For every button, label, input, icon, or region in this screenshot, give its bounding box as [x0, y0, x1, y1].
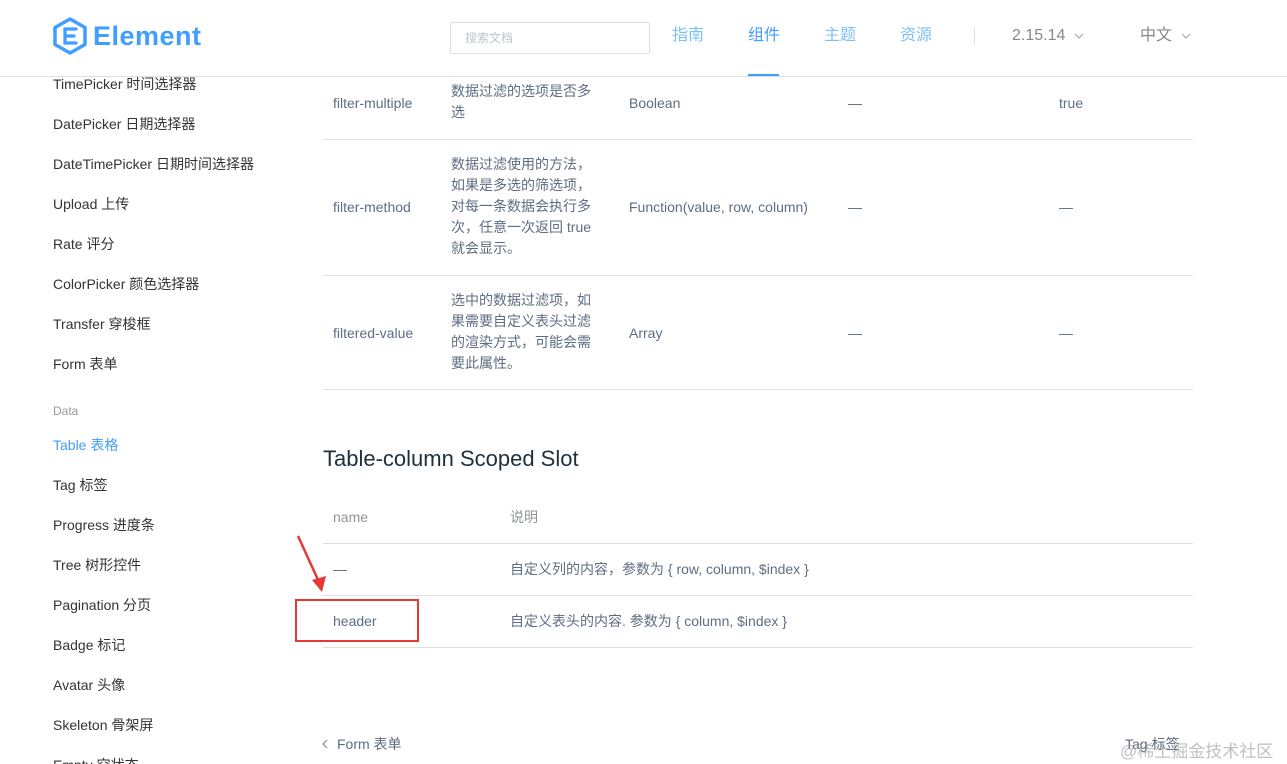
logo[interactable]: Element [53, 17, 202, 55]
sidebar-item-upload[interactable]: Upload 上传 [53, 194, 129, 214]
slot-description: 自定义表头的内容. 参数为 { column, $index } [510, 613, 787, 629]
row-divider [323, 595, 1193, 596]
param-name: filtered-value [333, 325, 414, 341]
sidebar-item-colorpicker[interactable]: ColorPicker 颜色选择器 [53, 274, 199, 294]
param-options: — [848, 199, 862, 215]
sidebar-item-timepicker[interactable]: TimePicker 时间选择器 [53, 74, 196, 94]
nav-active-indicator [748, 74, 779, 76]
param-type: Function(value, row, column) [629, 199, 808, 215]
row-divider [323, 543, 1193, 544]
nav-guide[interactable]: 指南 [672, 26, 704, 46]
param-type: Boolean [629, 95, 681, 111]
sidebar-item-datetimepicker[interactable]: DateTimePicker 日期时间选择器 [53, 154, 254, 174]
watermark: @稀土掘金技术社区 [1120, 742, 1274, 761]
desc-line: 对每一条数据会执行多 [451, 198, 591, 214]
param-name: filter-method [333, 199, 411, 215]
desc-line: 数据过滤的选项是否多 [451, 83, 591, 99]
param-default: — [1059, 325, 1073, 341]
nav-theme[interactable]: 主题 [824, 26, 856, 46]
sidebar-item-form[interactable]: Form 表单 [53, 354, 118, 374]
param-description: 选中的数据过滤项，如 果需要自定义表头过滤 的渲染方式，可能会需 要此属性。 [451, 290, 591, 374]
slot-name: — [333, 561, 347, 577]
column-header-desc: 说明 [510, 509, 538, 525]
search-input[interactable] [450, 22, 650, 54]
element-logo-icon [53, 17, 87, 55]
sidebar-item-rate[interactable]: Rate 评分 [53, 234, 114, 254]
sidebar-item-transfer[interactable]: Transfer 穿梭框 [53, 314, 151, 334]
annotation-arrow-icon [296, 535, 326, 592]
desc-line: 要此属性。 [451, 355, 521, 371]
language-label: 中文 [1140, 27, 1173, 44]
desc-line: 就会显示。 [451, 240, 521, 256]
sidebar-item-pagination[interactable]: Pagination 分页 [53, 595, 151, 615]
prev-page-label: Form 表单 [337, 736, 402, 752]
param-options: — [848, 325, 862, 341]
language-dropdown[interactable]: 中文 [1140, 26, 1191, 46]
desc-line: 如果是多选的筛选项， [451, 177, 591, 193]
version-label: 2.15.14 [1012, 27, 1066, 44]
nav-component[interactable]: 组件 [748, 26, 780, 46]
sidebar-item-skeleton[interactable]: Skeleton 骨架屏 [53, 715, 153, 735]
param-description: 数据过滤的选项是否多 选 [451, 81, 591, 123]
sidebar-item-empty[interactable]: Empty 空状态 [53, 755, 139, 764]
prev-page-link[interactable]: Form 表单 [321, 734, 402, 754]
sidebar-item-tag[interactable]: Tag 标签 [53, 475, 107, 495]
row-divider [323, 647, 1193, 648]
desc-line: 选 [451, 104, 465, 120]
sidebar-item-tree[interactable]: Tree 树形控件 [53, 555, 141, 575]
param-default: — [1059, 199, 1073, 215]
chevron-left-icon [322, 739, 328, 749]
desc-line: 果需要自定义表头过滤 [451, 313, 591, 329]
sidebar-item-datepicker[interactable]: DatePicker 日期选择器 [53, 114, 195, 134]
row-divider [323, 139, 1193, 140]
desc-line: 的渲染方式，可能会需 [451, 334, 591, 350]
param-name: filter-multiple [333, 95, 413, 111]
chevron-down-icon [1181, 33, 1191, 39]
param-description: 数据过滤使用的方法， 如果是多选的筛选项， 对每一条数据会执行多 次，任意一次返… [451, 154, 591, 259]
column-header-name: name [333, 509, 369, 525]
param-default: true [1059, 95, 1084, 111]
nav-resource[interactable]: 资源 [900, 26, 932, 46]
top-header: Element 指南 组件 主题 资源 2.15.14 中文 [0, 0, 1287, 77]
desc-line: 选中的数据过滤项，如 [451, 292, 591, 308]
sidebar-item-table[interactable]: Table 表格 [53, 435, 118, 455]
sidebar-group-data: Data [53, 404, 79, 418]
row-divider [323, 275, 1193, 276]
version-dropdown[interactable]: 2.15.14 [1012, 26, 1084, 46]
annotation-highlight-box [295, 599, 419, 642]
chevron-down-icon [1074, 33, 1084, 39]
sidebar-item-progress[interactable]: Progress 进度条 [53, 515, 155, 535]
desc-line: 次，任意一次返回 true [451, 219, 592, 235]
param-options: — [848, 95, 862, 111]
section-title: Table-column Scoped Slot [323, 446, 579, 471]
sidebar-item-badge[interactable]: Badge 标记 [53, 635, 125, 655]
desc-line: 数据过滤使用的方法， [451, 156, 591, 172]
slot-description: 自定义列的内容，参数为 { row, column, $index } [510, 561, 809, 577]
sidebar-item-avatar[interactable]: Avatar 头像 [53, 675, 125, 695]
logo-text: Element [93, 21, 202, 51]
nav-divider [974, 28, 975, 44]
row-divider [323, 389, 1193, 390]
param-type: Array [629, 325, 663, 341]
